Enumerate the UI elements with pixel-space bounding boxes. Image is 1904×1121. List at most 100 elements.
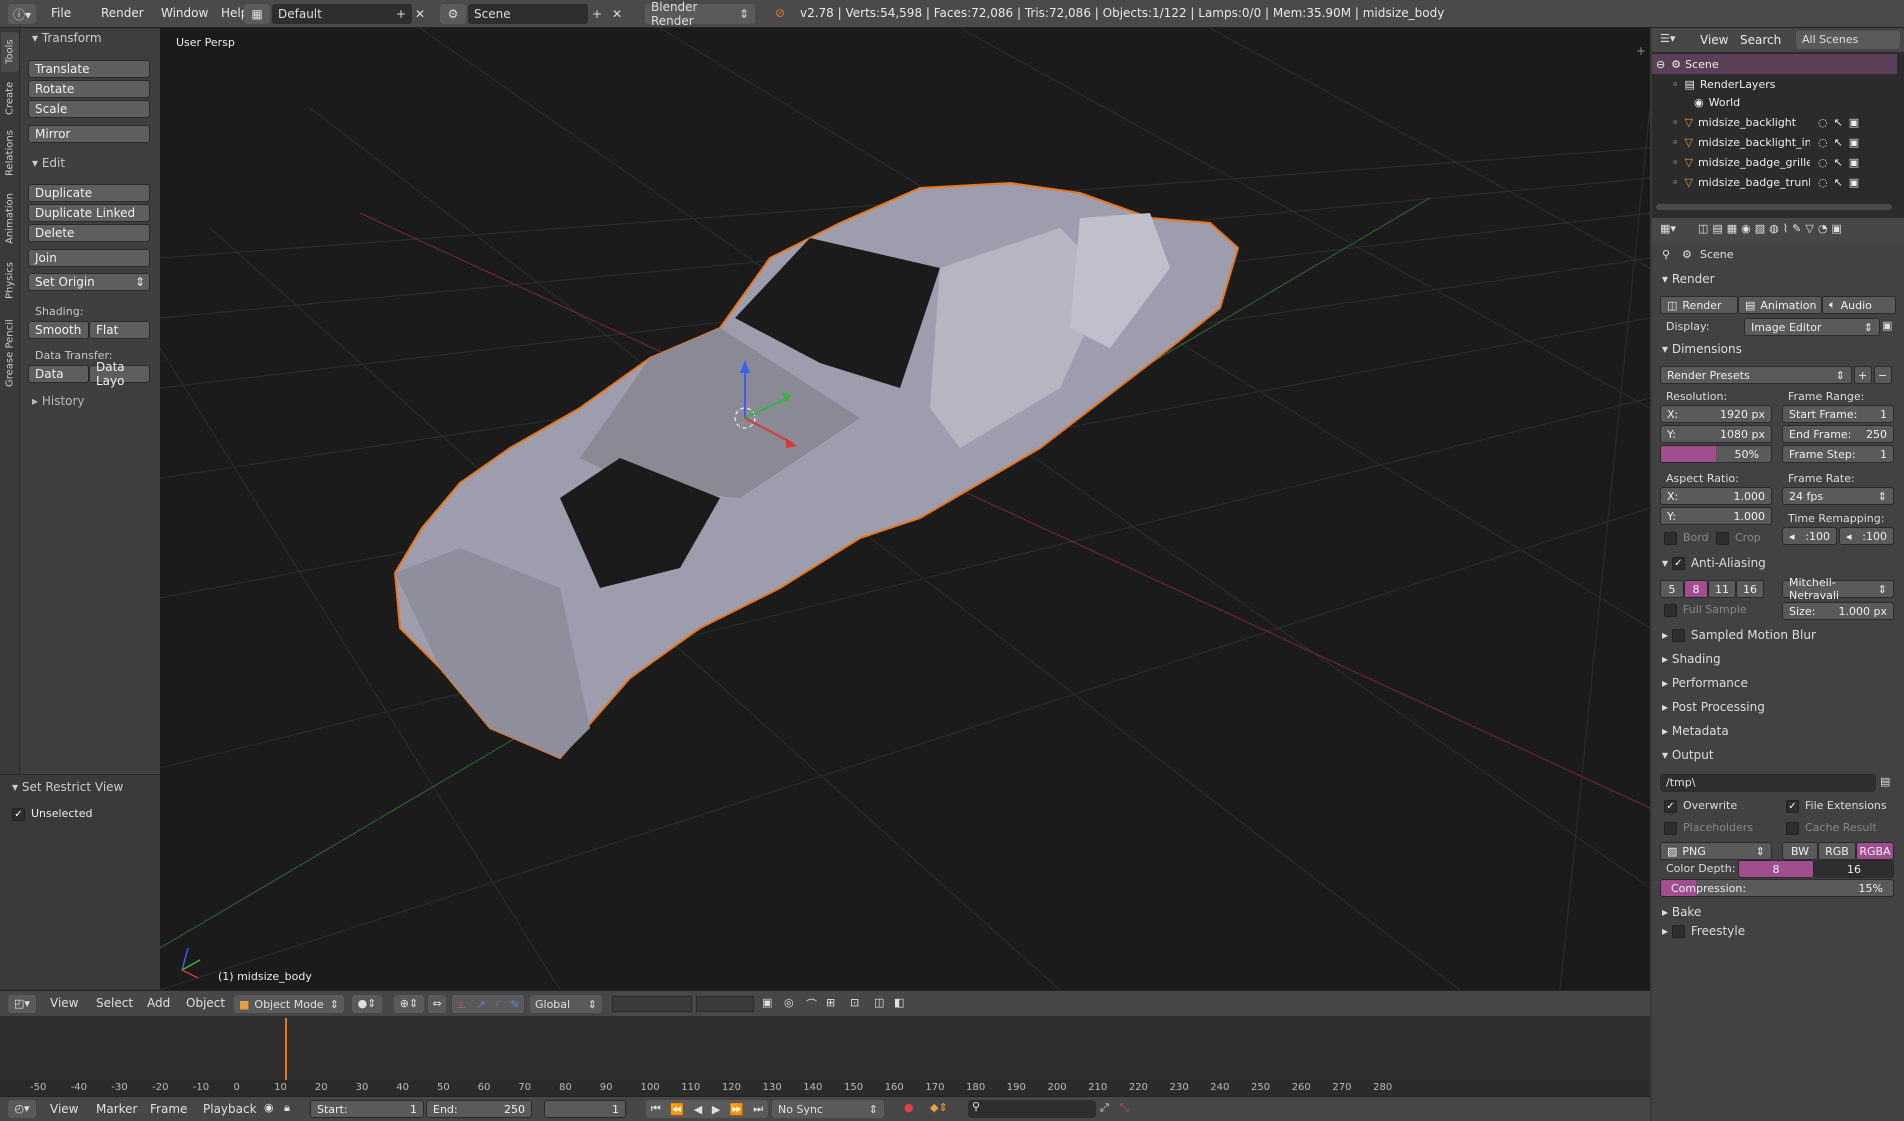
- editor-type-icon[interactable]: ◰▾: [8, 995, 36, 1013]
- scene-field[interactable]: Scene: [468, 4, 588, 24]
- menu-window[interactable]: Window: [152, 6, 217, 20]
- 3d-viewport[interactable]: User Persp (1) midsize_body +: [160, 28, 1650, 990]
- proportional-edit-icon[interactable]: ◎: [784, 996, 794, 1009]
- scene-icon[interactable]: ⚙: [440, 4, 466, 24]
- cursor-icon[interactable]: ↖: [1834, 116, 1843, 129]
- region-toggle-icon[interactable]: +: [1636, 44, 1646, 58]
- scale-button[interactable]: Scale: [28, 100, 150, 118]
- eye-icon[interactable]: ◌: [1818, 156, 1828, 169]
- history-panel-header[interactable]: ▸ History: [32, 394, 85, 408]
- remap-old-field[interactable]: ◂:100: [1782, 527, 1837, 545]
- manipulator-toggle-icon[interactable]: ⇔: [428, 995, 446, 1013]
- tab-relations[interactable]: Relations: [1, 124, 19, 182]
- outliner-row-renderlayers[interactable]: ◦ ▤ RenderLayers: [1652, 74, 1897, 94]
- shading-panel-header[interactable]: ▸ Shading: [1662, 652, 1721, 666]
- timeline-menu-frame[interactable]: Frame: [150, 1102, 187, 1116]
- tab-physics[interactable]: Physics: [1, 256, 19, 306]
- color-mode-rgb[interactable]: RGB: [1818, 842, 1856, 860]
- tab-grease-pencil[interactable]: Grease Pencil: [1, 310, 19, 396]
- play-icon[interactable]: ▶: [712, 1103, 720, 1116]
- duplicate-button[interactable]: Duplicate: [28, 184, 150, 202]
- add-screen-icon[interactable]: +: [392, 4, 410, 24]
- performance-panel-header[interactable]: ▸ Performance: [1662, 676, 1748, 690]
- snap-icon[interactable]: ⌒: [806, 996, 817, 1012]
- current-frame-marker[interactable]: [285, 1018, 287, 1080]
- delete-button[interactable]: Delete: [28, 224, 150, 242]
- translate-manipulator-icon[interactable]: ⊥: [456, 998, 466, 1011]
- orientation-select[interactable]: Global ⇕: [530, 995, 602, 1013]
- aa-samples-5[interactable]: 5: [1660, 580, 1684, 598]
- timeline-menu-playback[interactable]: Playback: [203, 1102, 257, 1116]
- timeline-menu-view[interactable]: View: [50, 1102, 78, 1116]
- camera-icon[interactable]: ▣: [1849, 136, 1859, 149]
- flat-button[interactable]: Flat: [89, 321, 150, 339]
- tab-tools[interactable]: Tools: [1, 32, 19, 72]
- join-button[interactable]: Join: [28, 249, 150, 267]
- color-mode-bw[interactable]: BW: [1782, 842, 1818, 860]
- pivot-point-icon[interactable]: ⊕⇕: [394, 995, 424, 1013]
- data-transfer-button[interactable]: Data: [28, 365, 89, 383]
- menu-file[interactable]: File: [42, 6, 80, 20]
- lock-icon[interactable]: ▣: [1882, 319, 1892, 332]
- snap-target-icon[interactable]: ⊡: [850, 996, 859, 1009]
- render-animation-icon[interactable]: ◧: [894, 996, 904, 1009]
- add-preset-icon[interactable]: +: [1854, 366, 1872, 384]
- menu-view[interactable]: View: [50, 996, 78, 1010]
- output-panel-header[interactable]: ▾ Output: [1662, 748, 1714, 762]
- frame-rate-select[interactable]: 24 fps ⇕: [1782, 487, 1894, 505]
- preview-range-icon[interactable]: ◉: [264, 1101, 274, 1114]
- jump-end-icon[interactable]: ⏭: [753, 1102, 763, 1116]
- prev-keyframe-icon[interactable]: ⏪: [670, 1103, 684, 1116]
- render-presets-select[interactable]: Render Presets ⇕: [1660, 366, 1852, 384]
- pencil-manipulator-icon[interactable]: ✎: [511, 998, 520, 1011]
- outliner-menu-search[interactable]: Search: [1740, 33, 1781, 47]
- rotate-button[interactable]: Rotate: [28, 80, 150, 98]
- keying-set-field[interactable]: ⚲: [968, 1100, 1096, 1118]
- keyframe-icon[interactable]: ◆⇕: [930, 1101, 948, 1114]
- translate-button[interactable]: Translate: [28, 60, 150, 78]
- pin-icon[interactable]: ⚲: [1662, 248, 1670, 261]
- transform-panel-header[interactable]: ▾ Transform: [32, 31, 102, 45]
- layers-grid-a[interactable]: [612, 996, 692, 1012]
- crop-checkbox[interactable]: Crop: [1716, 531, 1761, 545]
- camera-icon[interactable]: ▣: [1849, 176, 1859, 189]
- layer-lock-icon[interactable]: ▣: [762, 996, 772, 1009]
- tab-create[interactable]: Create: [1, 76, 19, 120]
- mirror-button[interactable]: Mirror: [28, 125, 150, 143]
- sync-select[interactable]: No Sync ⇕: [772, 1100, 884, 1118]
- render-panel-header[interactable]: ▾ Render: [1662, 272, 1715, 286]
- outliner-menu-view[interactable]: View: [1700, 33, 1728, 47]
- unselected-checkbox[interactable]: ✓ Unselected: [12, 807, 92, 821]
- menu-render[interactable]: Render: [92, 6, 153, 20]
- border-checkbox[interactable]: Bord: [1664, 531, 1709, 545]
- display-mode-select[interactable]: All Scenes: [1796, 31, 1900, 49]
- cursor-icon[interactable]: ↖: [1834, 156, 1843, 169]
- end-frame-field[interactable]: End: 250: [426, 1100, 532, 1118]
- compression-slider[interactable]: Compression: 15%: [1660, 879, 1894, 897]
- resolution-y-field[interactable]: Y: 1080 px: [1660, 425, 1772, 443]
- aa-filter-select[interactable]: Mitchell-Netravali ⇕: [1782, 576, 1894, 602]
- snap-element-icon[interactable]: ⊞: [826, 996, 835, 1009]
- record-icon[interactable]: ●: [904, 1101, 914, 1114]
- jump-start-icon[interactable]: ⏮: [651, 1102, 661, 1116]
- timeline-menu-marker[interactable]: Marker: [96, 1102, 137, 1116]
- aa-samples-11[interactable]: 11: [1708, 580, 1736, 598]
- camera-icon[interactable]: ▣: [1849, 156, 1859, 169]
- freestyle-panel-header[interactable]: ▸ Freestyle: [1662, 924, 1745, 938]
- metadata-panel-header[interactable]: ▸ Metadata: [1662, 724, 1729, 738]
- eye-icon[interactable]: ◌: [1818, 116, 1828, 129]
- timeline-area[interactable]: -50 -40 -30 -20 -10 0 10 20 30 40 50 60 70 80 90 100 110…: [0, 1016, 1650, 1096]
- end-frame-field[interactable]: End Frame: 250: [1782, 425, 1894, 443]
- restrict-view-header[interactable]: ▾ Set Restrict View: [12, 780, 123, 794]
- properties-editor-icon[interactable]: ▦▾: [1660, 222, 1676, 235]
- set-origin-select[interactable]: Set Origin ⇕: [28, 273, 150, 291]
- check-icon[interactable]: ✓: [1671, 557, 1685, 570]
- remove-screen-icon[interactable]: ✕: [411, 4, 429, 24]
- start-frame-field[interactable]: Start Frame: 1: [1782, 405, 1894, 423]
- camera-icon[interactable]: ▣: [1849, 116, 1859, 129]
- color-mode-rgba[interactable]: RGBA: [1856, 842, 1894, 860]
- outliner-row-object[interactable]: ◦ ▽ midsize_backlight_int ◌ ↖ ▣: [1652, 132, 1897, 152]
- mode-select[interactable]: ■ Object Mode ⇕: [234, 995, 344, 1013]
- render-button[interactable]: ◫ Render: [1660, 296, 1738, 314]
- cache-result-checkbox[interactable]: Cache Result: [1786, 821, 1877, 835]
